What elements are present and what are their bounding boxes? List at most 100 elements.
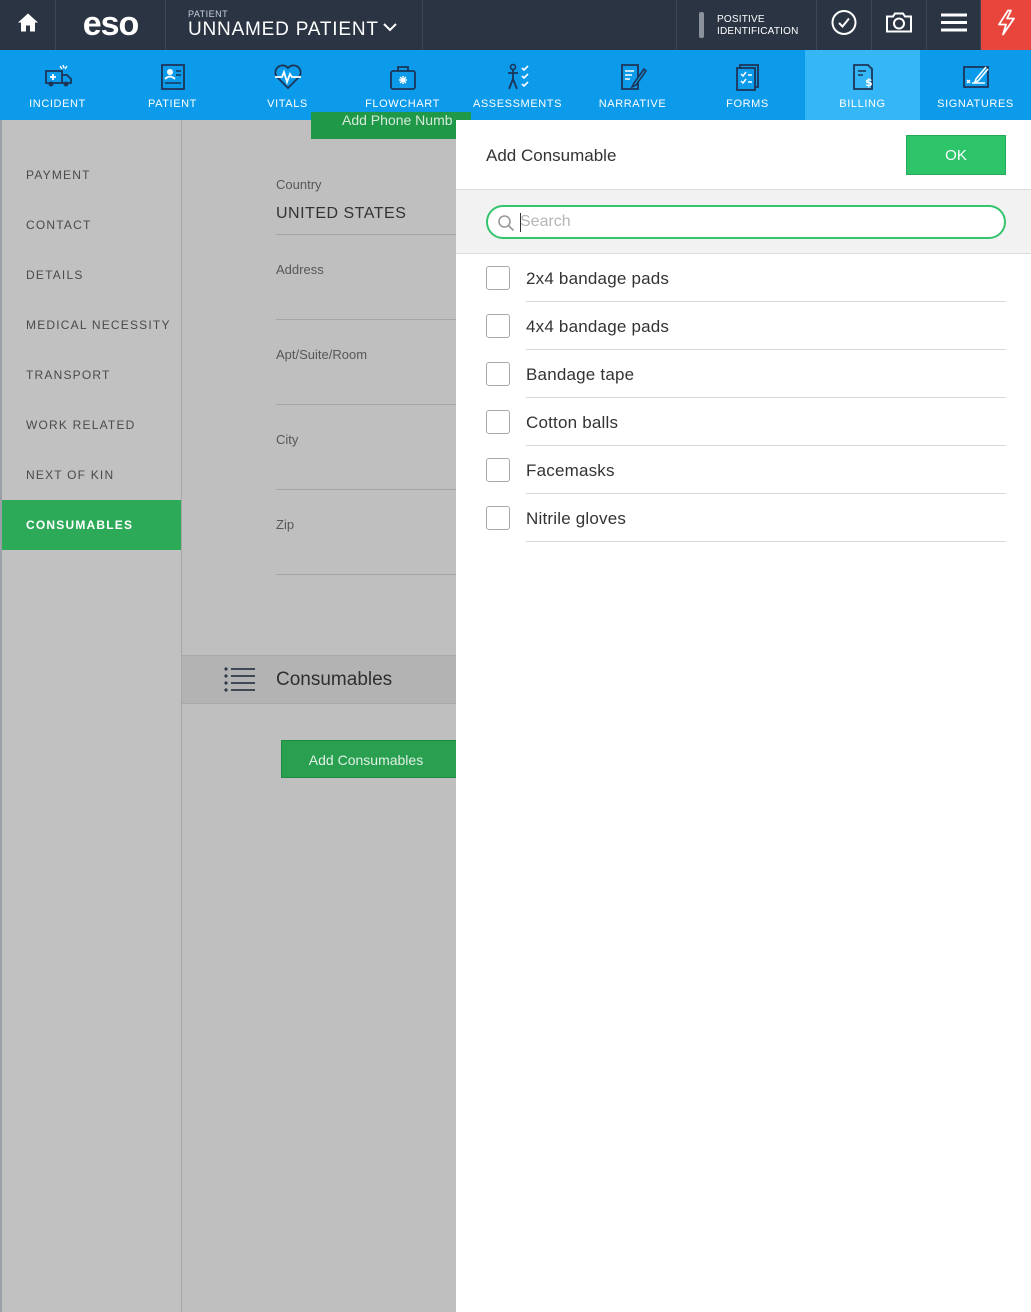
hamburger-menu-icon [940,13,967,38]
signature-icon [961,63,991,96]
divider [276,234,457,235]
nav-incident[interactable]: INCIDENT [0,50,115,120]
nav-forms[interactable]: FORMS [690,50,805,120]
svg-text:$: $ [865,76,873,89]
checkbox[interactable] [486,266,510,290]
address-label: Address [276,262,324,277]
camera-button[interactable] [872,0,927,50]
sidenav-medical-necessity[interactable]: MEDICAL NECESSITY [2,300,183,350]
forms-checklist-icon [734,63,762,96]
apt-label: Apt/Suite/Room [276,347,368,362]
sidenav-next-of-kin[interactable]: NEXT OF KIN [2,450,183,500]
sidenav-details[interactable]: DETAILS [2,250,183,300]
city-field[interactable] [276,489,457,490]
dialog-header: Add Consumable OK [456,120,1031,190]
consumables-section-header: Consumables [182,655,457,704]
address-field[interactable] [276,319,457,320]
menu-button[interactable] [927,0,981,50]
checkbox[interactable] [486,458,510,482]
item-label: 4x4 bandage pads [526,317,670,336]
list-item[interactable]: Facemasks [456,446,1031,494]
lightning-icon [995,9,1017,41]
search-icon [497,214,515,237]
patient-label: PATIENT [188,9,229,19]
nav-signatures[interactable]: SIGNATURES [920,50,1031,120]
ok-button[interactable]: OK [906,135,1006,175]
nav-label: FLOWCHART [365,98,440,110]
nav-label: NARRATIVE [598,98,667,110]
zip-label: Zip [276,517,295,532]
home-button[interactable] [0,0,56,50]
list-item[interactable]: Bandage tape [456,350,1031,398]
nav-flowchart[interactable]: FLOWCHART [345,50,460,120]
ambulance-icon [43,63,73,94]
nav-label: FORMS [726,98,769,110]
country-label: Country [276,177,322,192]
search-bar [456,190,1031,254]
item-label: 2x4 bandage pads [526,269,670,288]
dialog-title: Add Consumable [486,146,617,165]
sidenav-transport[interactable]: TRANSPORT [2,350,183,400]
add-consumables-button[interactable]: Add Consumables [281,740,461,778]
checkbox[interactable] [486,362,510,386]
heartbeat-icon [273,63,303,96]
chevron-down-icon [382,19,398,40]
billing-dollar-icon: $ [849,63,877,96]
list-item[interactable]: Cotton balls [456,398,1031,446]
nav-narrative[interactable]: NARRATIVE [575,50,690,120]
patient-card-icon [159,63,187,96]
list-item[interactable]: 2x4 bandage pads [456,254,1031,302]
sidenav-contact[interactable]: CONTACT [2,200,183,250]
nav-label: INCIDENT [29,98,86,110]
sidenav-consumables[interactable]: CONSUMABLES [2,500,183,550]
medical-bag-icon [388,63,418,96]
list-icon [224,666,256,699]
billing-form: Add Phone Numb Country UNITED STATES Add… [181,112,471,1312]
validate-button[interactable] [817,0,872,50]
item-label: Cotton balls [526,413,619,432]
item-label: Bandage tape [526,365,635,384]
sidenav-work-related[interactable]: WORK RELATED [2,400,183,450]
nav-label: BILLING [839,98,886,110]
item-label: Facemasks [526,461,615,480]
document-pen-icon [618,63,648,96]
billing-sidenav: PAYMENT CONTACT DETAILS MEDICAL NECESSIT… [0,120,183,1312]
positive-identification-label: POSITIVE IDENTIFICATION [717,14,799,38]
patient-selector[interactable]: PATIENT UNNAMED PATIENT [166,0,423,50]
camera-icon [885,12,913,39]
section-nav: INCIDENT PATIENT VITALS FLOWCHART ASSESS… [0,50,1031,120]
checkbox[interactable] [486,410,510,434]
add-phone-number-button[interactable]: Add Phone Numb [311,112,471,139]
quick-action-button[interactable] [981,0,1031,50]
search-box[interactable] [486,205,1006,239]
divider [526,541,1006,542]
nav-label: VITALS [267,98,308,110]
nav-assessments[interactable]: ASSESSMENTS [460,50,575,120]
positive-id-line2: IDENTIFICATION [717,26,799,37]
positive-identification-button[interactable]: POSITIVE IDENTIFICATION [676,0,817,50]
status-indicator [699,12,704,38]
nav-patient[interactable]: PATIENT [115,50,230,120]
nav-label: SIGNATURES [937,98,1014,110]
nav-label: ASSESSMENTS [472,98,563,110]
zip-field[interactable] [276,574,457,575]
apt-field[interactable] [276,404,457,405]
country-field[interactable]: UNITED STATES [276,205,406,223]
sidenav-payment[interactable]: PAYMENT [2,150,183,200]
check-circle-icon [831,10,857,41]
search-input[interactable] [520,211,990,233]
checkbox[interactable] [486,314,510,338]
positive-id-line1: POSITIVE [717,14,765,25]
city-label: City [276,432,299,447]
nav-label: PATIENT [147,98,198,110]
eso-logo: eso [56,0,166,50]
list-item[interactable]: 4x4 bandage pads [456,302,1031,350]
checkbox[interactable] [486,506,510,530]
text-cursor [520,213,521,232]
list-item[interactable]: Nitrile gloves [456,494,1031,542]
patient-name: UNNAMED PATIENT [188,19,379,40]
consumables-title: Consumables [276,669,393,690]
nav-vitals[interactable]: VITALS [230,50,345,120]
nav-billing[interactable]: $ BILLING [805,50,920,120]
body-checklist-icon [503,63,533,96]
